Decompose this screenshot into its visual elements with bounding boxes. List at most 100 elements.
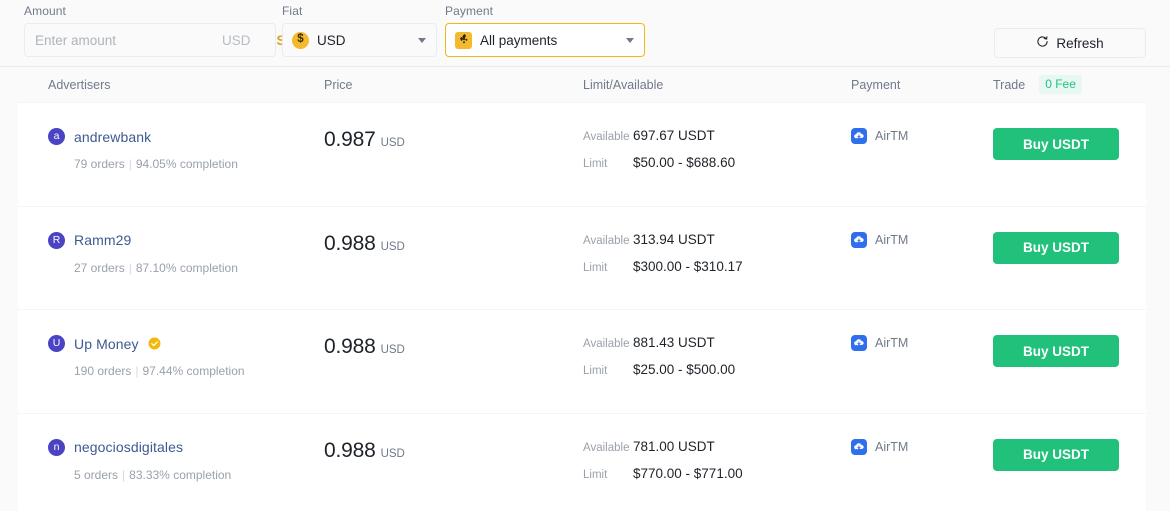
available-value: 313.94 USDT xyxy=(633,231,715,247)
column-header-trade-group: Trade 0 Fee xyxy=(993,75,1146,94)
cell-payment: AirTM xyxy=(851,438,993,455)
advertiser-name-link[interactable]: Up Money xyxy=(74,336,139,352)
advertiser-stats: 27 orders | 87.10% completion xyxy=(74,261,324,275)
payment-selected-value: All payments xyxy=(480,32,558,48)
available-line: Available 697.67 USDT xyxy=(583,128,851,143)
fiat-selected-value: USD xyxy=(317,32,346,48)
payment-method: AirTM xyxy=(851,438,993,455)
payment-method-name: AirTM xyxy=(875,232,909,247)
cell-trade: Buy USDT xyxy=(993,335,1146,367)
cell-payment: AirTM xyxy=(851,335,993,351)
payment-method: AirTM xyxy=(851,128,993,144)
advertiser-orders: 79 orders xyxy=(74,157,125,171)
cell-advertiser: U Up Money 190 orders | 97.44% completion xyxy=(18,335,324,378)
available-value: 781.00 USDT xyxy=(633,438,715,454)
table-row: R Ramm29 27 orders | 87.10% completion 0.9… xyxy=(18,206,1146,310)
limit-label: Limit xyxy=(583,365,608,377)
available-line: Available 313.94 USDT xyxy=(583,232,851,247)
advertiser-name-link[interactable]: Ramm29 xyxy=(74,232,131,248)
fiat-filter-group: Fiat $ USD xyxy=(282,4,437,57)
avatar: n xyxy=(48,438,65,456)
table-row: U Up Money 190 orders | 97.44% completion … xyxy=(18,310,1146,414)
available-label: Available xyxy=(583,441,630,454)
binance-diamond-icon xyxy=(455,31,472,49)
amount-input[interactable] xyxy=(25,32,222,48)
limit-value: $300.00 - $310.17 xyxy=(633,258,743,274)
price-currency: USD xyxy=(380,137,405,149)
limit-value: $25.00 - $500.00 xyxy=(633,362,736,377)
price-currency: USD xyxy=(380,344,405,356)
refresh-icon xyxy=(1036,35,1049,51)
cell-limit-available: Available 697.67 USDT Limit $50.00 - $68… xyxy=(583,128,851,170)
column-header-price: Price xyxy=(324,77,353,92)
column-header-advertisers: Advertisers xyxy=(48,77,111,92)
price-group: 0.987 USD xyxy=(324,128,583,152)
advertiser-completion: 97.44% completion xyxy=(142,364,245,378)
table-header-row: Advertisers Price Limit/Available Paymen… xyxy=(18,67,1146,103)
fiat-label: Fiat xyxy=(282,4,303,18)
limit-label: Limit xyxy=(583,468,608,481)
advertiser-name-link[interactable]: andrewbank xyxy=(74,129,151,145)
payment-method: AirTM xyxy=(851,335,993,351)
advertiser-identity: n negociosdigitales xyxy=(48,438,324,456)
cell-trade: Buy USDT xyxy=(993,231,1146,264)
available-label: Available xyxy=(583,131,630,143)
table-row: n negociosdigitales 5 orders | 83.33% comp… xyxy=(18,413,1146,511)
limit-line: Limit $770.00 - $771.00 xyxy=(583,466,851,481)
cell-price: 0.988 USD xyxy=(324,439,583,463)
price-value: 0.988 xyxy=(324,231,376,255)
buy-usdt-button[interactable]: Buy USDT xyxy=(993,335,1119,367)
advertiser-completion: 83.33% completion xyxy=(129,467,232,482)
airtm-icon xyxy=(851,335,867,351)
stats-separator: | xyxy=(135,364,139,378)
avatar: U xyxy=(48,335,65,352)
buy-usdt-button[interactable]: Buy USDT xyxy=(993,128,1119,160)
filter-bar: Amount USD Search Fiat $ USD Payment xyxy=(0,0,1170,67)
advertiser-completion: 87.10% completion xyxy=(135,260,238,275)
payment-method-name: AirTM xyxy=(875,336,909,350)
limit-value: $50.00 - $688.60 xyxy=(633,155,736,170)
limit-value: $770.00 - $771.00 xyxy=(633,465,743,481)
cell-advertiser: a andrewbank 79 orders | 94.05% completion xyxy=(18,128,324,171)
cell-limit-available: Available 881.43 USDT Limit $25.00 - $50… xyxy=(583,335,851,377)
price-value: 0.987 xyxy=(324,128,376,151)
column-header-limit-available: Limit/Available xyxy=(583,77,664,92)
limit-line: Limit $300.00 - $310.17 xyxy=(583,259,851,274)
payment-select[interactable]: All payments xyxy=(445,23,645,57)
available-value: 697.67 USDT xyxy=(633,128,715,143)
price-value: 0.988 xyxy=(324,335,376,358)
column-header-trade: Trade xyxy=(993,77,1026,92)
stats-separator: | xyxy=(128,157,132,171)
cell-price: 0.987 USD xyxy=(324,128,583,152)
advertiser-stats: 79 orders | 94.05% completion xyxy=(74,157,324,171)
cell-advertiser: n negociosdigitales 5 orders | 83.33% comp… xyxy=(18,438,324,482)
cell-price: 0.988 USD xyxy=(324,335,583,359)
payment-method: AirTM xyxy=(851,231,993,248)
buy-usdt-button[interactable]: Buy USDT xyxy=(993,231,1119,264)
cell-limit-available: Available 781.00 USDT Limit $770.00 - $7… xyxy=(583,439,851,481)
cell-payment: AirTM xyxy=(851,231,993,248)
available-label: Available xyxy=(583,234,630,247)
verified-badge-icon xyxy=(148,337,161,350)
avatar: R xyxy=(48,231,65,249)
payment-method-name: AirTM xyxy=(875,439,909,454)
cell-price: 0.988 USD xyxy=(324,232,583,256)
advertiser-orders: 5 orders xyxy=(74,467,119,482)
airtm-icon xyxy=(851,128,867,144)
advertiser-identity: R Ramm29 xyxy=(48,231,324,249)
buy-usdt-button[interactable]: Buy USDT xyxy=(993,438,1119,471)
amount-label: Amount xyxy=(24,4,66,18)
limit-label: Limit xyxy=(583,158,608,170)
table-body: a andrewbank 79 orders | 94.05% completion… xyxy=(18,103,1146,511)
fiat-select[interactable]: $ USD xyxy=(282,23,437,57)
available-line: Available 781.00 USDT xyxy=(583,439,851,454)
zero-fee-badge: 0 Fee xyxy=(1039,75,1082,94)
available-label: Available xyxy=(583,338,630,350)
refresh-button[interactable]: Refresh xyxy=(994,28,1146,58)
stats-separator: | xyxy=(122,467,126,482)
limit-line: Limit $50.00 - $688.60 xyxy=(583,155,851,170)
amount-input-wrapper[interactable]: USD Search xyxy=(24,23,322,57)
cell-limit-available: Available 313.94 USDT Limit $300.00 - $3… xyxy=(583,232,851,274)
advertiser-completion: 94.05% completion xyxy=(135,157,238,171)
advertiser-name-link[interactable]: negociosdigitales xyxy=(74,439,183,455)
